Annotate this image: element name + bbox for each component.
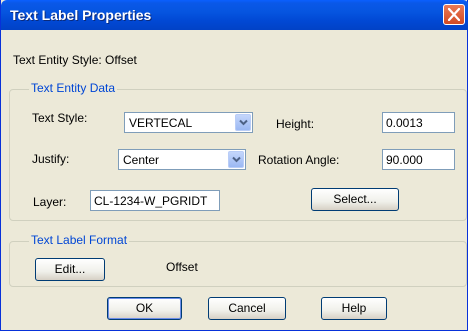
justify-value: Center [123, 153, 160, 167]
height-field[interactable]: 0.0013 [382, 112, 455, 133]
select-button-label: Select... [333, 192, 377, 206]
chevron-down-icon [239, 119, 248, 126]
layer-field[interactable]: CL-1234-W_PGRIDT [90, 190, 220, 211]
chevron-down-icon [232, 156, 241, 163]
dialog-window: Text Label Properties Text Entity Style:… [0, 0, 468, 331]
ok-button[interactable]: OK [107, 297, 182, 320]
select-button[interactable]: Select... [311, 188, 399, 211]
justify-dropdown-button[interactable] [228, 151, 244, 168]
window-title: Text Label Properties [10, 7, 152, 23]
help-button[interactable]: Help [321, 297, 387, 320]
text-style-value: VERTECAL [129, 116, 193, 130]
format-value: Offset [166, 260, 198, 274]
ok-button-label: OK [135, 301, 154, 315]
layer-label: Layer: [33, 195, 67, 209]
text-entity-data-title: Text Entity Data [29, 81, 118, 95]
entity-style-text: Text Entity Style: Offset [13, 53, 137, 67]
close-icon [448, 8, 460, 21]
help-button-label: Help [341, 301, 367, 315]
title-bar[interactable]: Text Label Properties [1, 0, 468, 30]
edit-button[interactable]: Edit... [35, 258, 105, 281]
edit-button-label: Edit... [54, 262, 86, 276]
text-style-label: Text Style: [32, 111, 88, 125]
cancel-button-label: Cancel [228, 301, 266, 315]
height-label: Height: [276, 117, 315, 131]
rotation-angle-value: 90.000 [386, 153, 423, 167]
text-style-select[interactable]: VERTECAL [124, 112, 253, 133]
justify-select[interactable]: Center [118, 149, 246, 170]
text-style-dropdown-button[interactable] [235, 114, 251, 131]
text-label-format-title: Text Label Format [29, 233, 130, 247]
layer-value: CL-1234-W_PGRIDT [94, 194, 208, 208]
height-value: 0.0013 [386, 116, 423, 130]
close-button[interactable] [443, 4, 465, 25]
rotation-angle-field[interactable]: 90.000 [382, 149, 455, 170]
cancel-button[interactable]: Cancel [208, 297, 286, 320]
rotation-angle-label: Rotation Angle: [258, 153, 340, 167]
justify-label: Justify: [32, 152, 70, 166]
